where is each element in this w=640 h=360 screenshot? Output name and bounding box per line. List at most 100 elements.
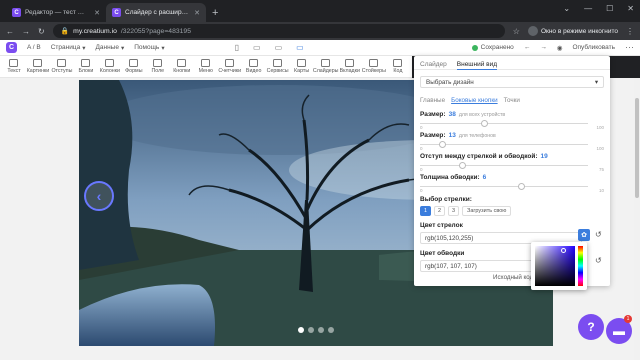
mobile-device-icon[interactable]: ▯ bbox=[235, 43, 239, 52]
browser-tab-slider[interactable]: C Слайдер с расширенными на… ✕ bbox=[106, 3, 206, 22]
saturation-value-area[interactable] bbox=[535, 246, 575, 286]
stroke-value: 6 bbox=[482, 174, 487, 181]
incognito-indicator[interactable]: Окно в режиме инкогнито bbox=[527, 26, 618, 36]
size-label: Размер: bbox=[420, 111, 446, 118]
tab-slider[interactable]: Слайдер bbox=[420, 61, 447, 69]
size-mobile-slider-handle[interactable] bbox=[438, 141, 446, 148]
widget-icon bbox=[393, 59, 403, 67]
widget-label: Слайдеры bbox=[312, 68, 339, 74]
color-picker-popup[interactable] bbox=[531, 242, 587, 290]
menu-page[interactable]: Страница ▾ bbox=[51, 44, 86, 52]
widget-7[interactable]: Кнопки bbox=[170, 59, 194, 74]
more-options-icon[interactable]: ⋯ bbox=[625, 42, 634, 53]
menu-data[interactable]: Данные ▾ bbox=[95, 44, 124, 52]
color-picker-cursor[interactable] bbox=[561, 248, 566, 253]
stroke-slider-handle[interactable] bbox=[517, 183, 525, 190]
star-icon[interactable]: ☆ bbox=[513, 27, 520, 36]
stroke-slider[interactable]: 0 10 bbox=[420, 182, 604, 193]
preview-eye-icon[interactable]: ◉ bbox=[557, 44, 563, 52]
subtab-dots[interactable]: Точки bbox=[504, 97, 520, 104]
back-icon[interactable]: ← bbox=[6, 27, 14, 36]
widget-13[interactable]: Слайдеры bbox=[312, 59, 339, 74]
maximize-icon[interactable]: ☐ bbox=[606, 4, 613, 13]
source-code-link[interactable]: Исходный код bbox=[493, 274, 533, 281]
tab-appearance[interactable]: Внешний вид bbox=[456, 61, 498, 70]
address-bar[interactable]: 🔒 my.creatium.io/322055?page=483195 bbox=[52, 24, 505, 38]
close-tab-icon[interactable]: ✕ bbox=[194, 9, 200, 17]
design-select-value: Выбрать дизайн bbox=[426, 78, 474, 86]
saved-label: Сохранено bbox=[480, 44, 514, 51]
arrow-color-picker-button[interactable]: ✿ bbox=[578, 229, 590, 241]
widget-1[interactable]: Картинки bbox=[26, 59, 50, 74]
laptop-device-icon[interactable]: ▭ bbox=[275, 43, 283, 52]
reset-stroke-color-icon[interactable]: ↺ bbox=[595, 256, 602, 265]
widget-16[interactable]: Код bbox=[386, 59, 410, 74]
menu-help[interactable]: Помощь ▾ bbox=[134, 44, 164, 52]
browser-tab-editor[interactable]: C Редактор — тест — Обучение ✕ bbox=[6, 3, 106, 22]
size-mobile-value: 13 bbox=[448, 132, 456, 139]
size-slider-handle[interactable] bbox=[480, 120, 488, 127]
widget-14[interactable]: Вкладки bbox=[338, 59, 362, 74]
slider-dot[interactable] bbox=[328, 327, 334, 333]
ab-test-button[interactable]: A / B bbox=[27, 44, 41, 51]
canvas-scrollbar[interactable] bbox=[634, 78, 640, 360]
arrow-option-2[interactable]: 2 bbox=[434, 206, 445, 216]
subtab-main[interactable]: Главные bbox=[420, 97, 445, 104]
creatium-favicon-icon: C bbox=[12, 8, 21, 17]
widget-0[interactable]: Текст bbox=[2, 59, 26, 74]
arrow-option-1[interactable]: 1 bbox=[420, 206, 431, 216]
slider-dot[interactable] bbox=[298, 327, 304, 333]
help-button[interactable]: ? bbox=[578, 314, 604, 340]
publish-button[interactable]: Опубликовать bbox=[572, 44, 615, 51]
widget-12[interactable]: Карты bbox=[290, 59, 314, 74]
minimize-icon[interactable]: — bbox=[584, 4, 592, 13]
new-tab-button[interactable]: + bbox=[206, 7, 224, 22]
size-mobile-slider[interactable]: 0 100 bbox=[420, 140, 604, 151]
creatium-logo-icon[interactable]: C bbox=[6, 42, 17, 53]
arrow-option-3[interactable]: 3 bbox=[448, 206, 459, 216]
panel-tabs: Слайдер Внешний вид bbox=[414, 56, 610, 70]
slider-prev-arrow-button[interactable]: ‹ bbox=[84, 181, 114, 211]
widget-15[interactable]: Стойкеры bbox=[362, 59, 386, 74]
gap-max: 75 bbox=[598, 167, 604, 172]
slider-dot[interactable] bbox=[318, 327, 324, 333]
scrollbar-thumb[interactable] bbox=[635, 98, 639, 198]
widget-label: Меню bbox=[198, 68, 213, 74]
close-window-icon[interactable]: ✕ bbox=[627, 4, 634, 13]
redo-icon[interactable]: → bbox=[540, 44, 547, 51]
widget-5[interactable]: Формы bbox=[122, 59, 146, 74]
design-select[interactable]: Выбрать дизайн ▾ bbox=[420, 76, 604, 88]
gap-slider-handle[interactable] bbox=[459, 162, 466, 169]
widget-9[interactable]: Счетчики bbox=[218, 59, 242, 74]
tablet-device-icon[interactable]: ▭ bbox=[253, 43, 261, 52]
chevron-down-icon: ▾ bbox=[82, 44, 86, 52]
desktop-device-icon[interactable]: ▭ bbox=[296, 43, 304, 52]
kebab-menu-icon[interactable]: ⋮ bbox=[626, 27, 634, 36]
tab-search-icon[interactable]: ⌄ bbox=[563, 4, 570, 13]
upload-arrow-button[interactable]: Загрузить свою bbox=[462, 206, 512, 216]
widget-label: Сервисы bbox=[266, 68, 289, 74]
widget-icon bbox=[81, 59, 91, 67]
subtab-side-buttons[interactable]: Боковые кнопки bbox=[451, 97, 498, 104]
close-tab-icon[interactable]: ✕ bbox=[94, 9, 100, 17]
size-slider[interactable]: 0 100 bbox=[420, 119, 604, 130]
widget-6[interactable]: Поле bbox=[146, 59, 170, 74]
widget-3[interactable]: Блоки bbox=[74, 59, 98, 74]
gap-slider[interactable]: 0 75 bbox=[420, 161, 604, 172]
widget-10[interactable]: Видео bbox=[242, 59, 266, 74]
stroke-color-label: Цвет обводки bbox=[420, 250, 465, 257]
forward-icon[interactable]: → bbox=[22, 27, 30, 36]
undo-icon[interactable]: ← bbox=[524, 44, 531, 51]
size-min: 0 bbox=[420, 125, 423, 130]
tab-title: Слайдер с расширенными на… bbox=[125, 9, 190, 16]
help-icon: ? bbox=[587, 320, 595, 334]
hue-slider[interactable] bbox=[578, 246, 583, 286]
widget-2[interactable]: Отступы bbox=[50, 59, 74, 74]
stroke-color-value: rgb(107, 107, 107) bbox=[425, 262, 477, 270]
widget-8[interactable]: Меню bbox=[194, 59, 218, 74]
reload-icon[interactable]: ↻ bbox=[38, 27, 45, 36]
slider-dot[interactable] bbox=[308, 327, 314, 333]
widget-11[interactable]: Сервисы bbox=[266, 59, 290, 74]
reset-arrow-color-icon[interactable]: ↺ bbox=[595, 230, 602, 239]
widget-4[interactable]: Колонки bbox=[98, 59, 122, 74]
